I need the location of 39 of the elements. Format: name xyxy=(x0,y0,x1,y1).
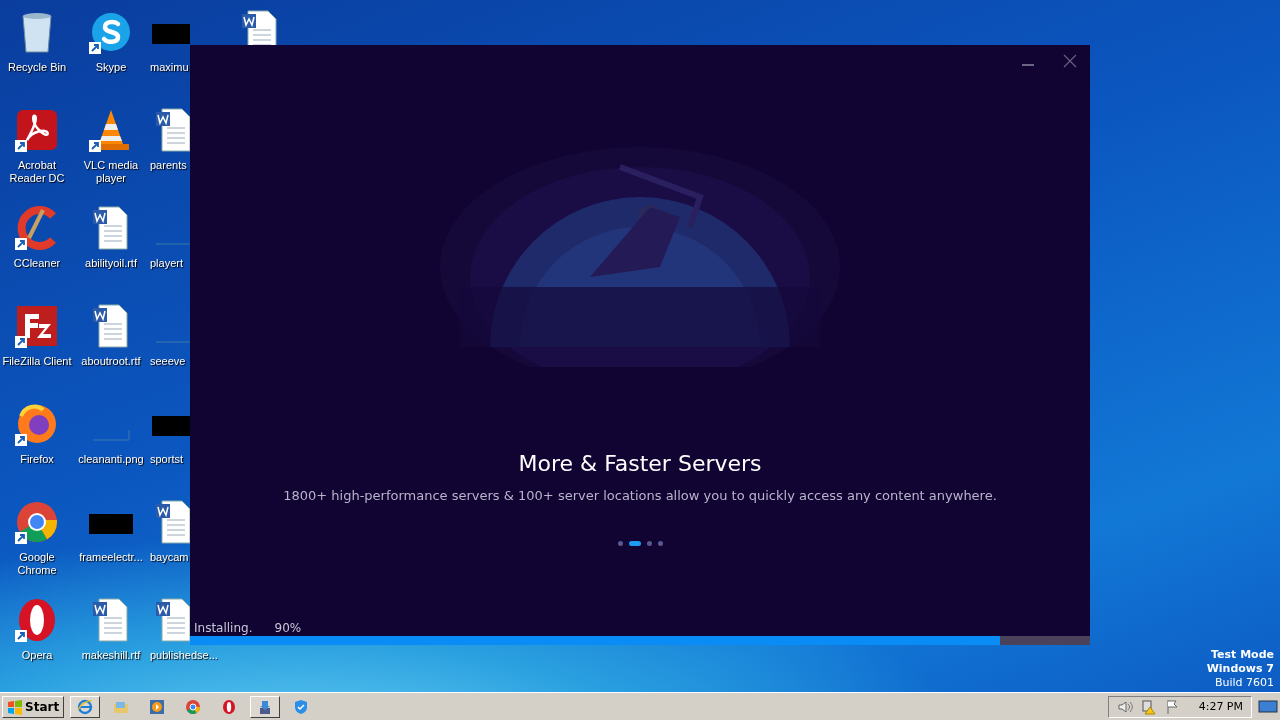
windows-logo-icon xyxy=(7,698,23,715)
icon-label: VLC media player xyxy=(82,159,140,185)
icon-label: parents xyxy=(150,159,187,172)
carousel-dot[interactable] xyxy=(646,541,652,546)
icon-label: abilityoil.rtf xyxy=(85,257,137,270)
icon-label: Acrobat Reader DC xyxy=(8,159,66,185)
icon-label: Google Chrome xyxy=(16,551,58,577)
icon-label: sportst xyxy=(150,453,183,466)
icon-label: aboutroot.rtf xyxy=(81,355,141,368)
internet-explorer-icon[interactable] xyxy=(70,695,101,718)
icon-label: Recycle Bin xyxy=(7,61,67,74)
carousel-dot[interactable] xyxy=(617,541,623,546)
install-percent: 90% xyxy=(274,621,302,635)
icon-label: Opera xyxy=(21,649,53,662)
close-icon[interactable] xyxy=(1062,53,1078,69)
os-build-text: Windows 7 xyxy=(1206,662,1274,676)
icon-label: maximu xyxy=(150,61,189,74)
icon-label: frameelectr... xyxy=(79,551,143,564)
clock[interactable]: 4:27 PM xyxy=(1198,700,1243,713)
icon-label: publishedse... xyxy=(150,649,218,662)
icon-label: seeeve xyxy=(150,355,186,368)
monitor-icon[interactable] xyxy=(1258,698,1278,715)
icon-label: playert xyxy=(150,257,184,270)
icon-label: makeshill.rtf xyxy=(81,649,141,662)
icon-label: CCleaner xyxy=(13,257,61,270)
start-button[interactable]: Start xyxy=(2,695,65,718)
os-build-text: Test Mode xyxy=(1211,648,1274,662)
icon-label: FileZilla Client xyxy=(2,355,72,368)
os-build-text: Build 7601 xyxy=(1214,676,1274,690)
icon-label: Firefox xyxy=(20,453,54,466)
icon-label: Skype xyxy=(95,61,127,74)
installer-icon[interactable] xyxy=(250,695,281,718)
icon-label: cleananti.png xyxy=(78,453,144,466)
install-status: Installing. xyxy=(194,621,253,635)
icon-label: baycam xyxy=(150,551,189,564)
carousel-dot[interactable] xyxy=(657,541,663,546)
slide-title: More & Faster Servers xyxy=(518,451,762,476)
slide-description: 1800+ high-performance servers & 100+ server locations allow you to quickly access any content anywhere. xyxy=(283,488,997,503)
speaker-icon[interactable] xyxy=(1116,698,1133,715)
